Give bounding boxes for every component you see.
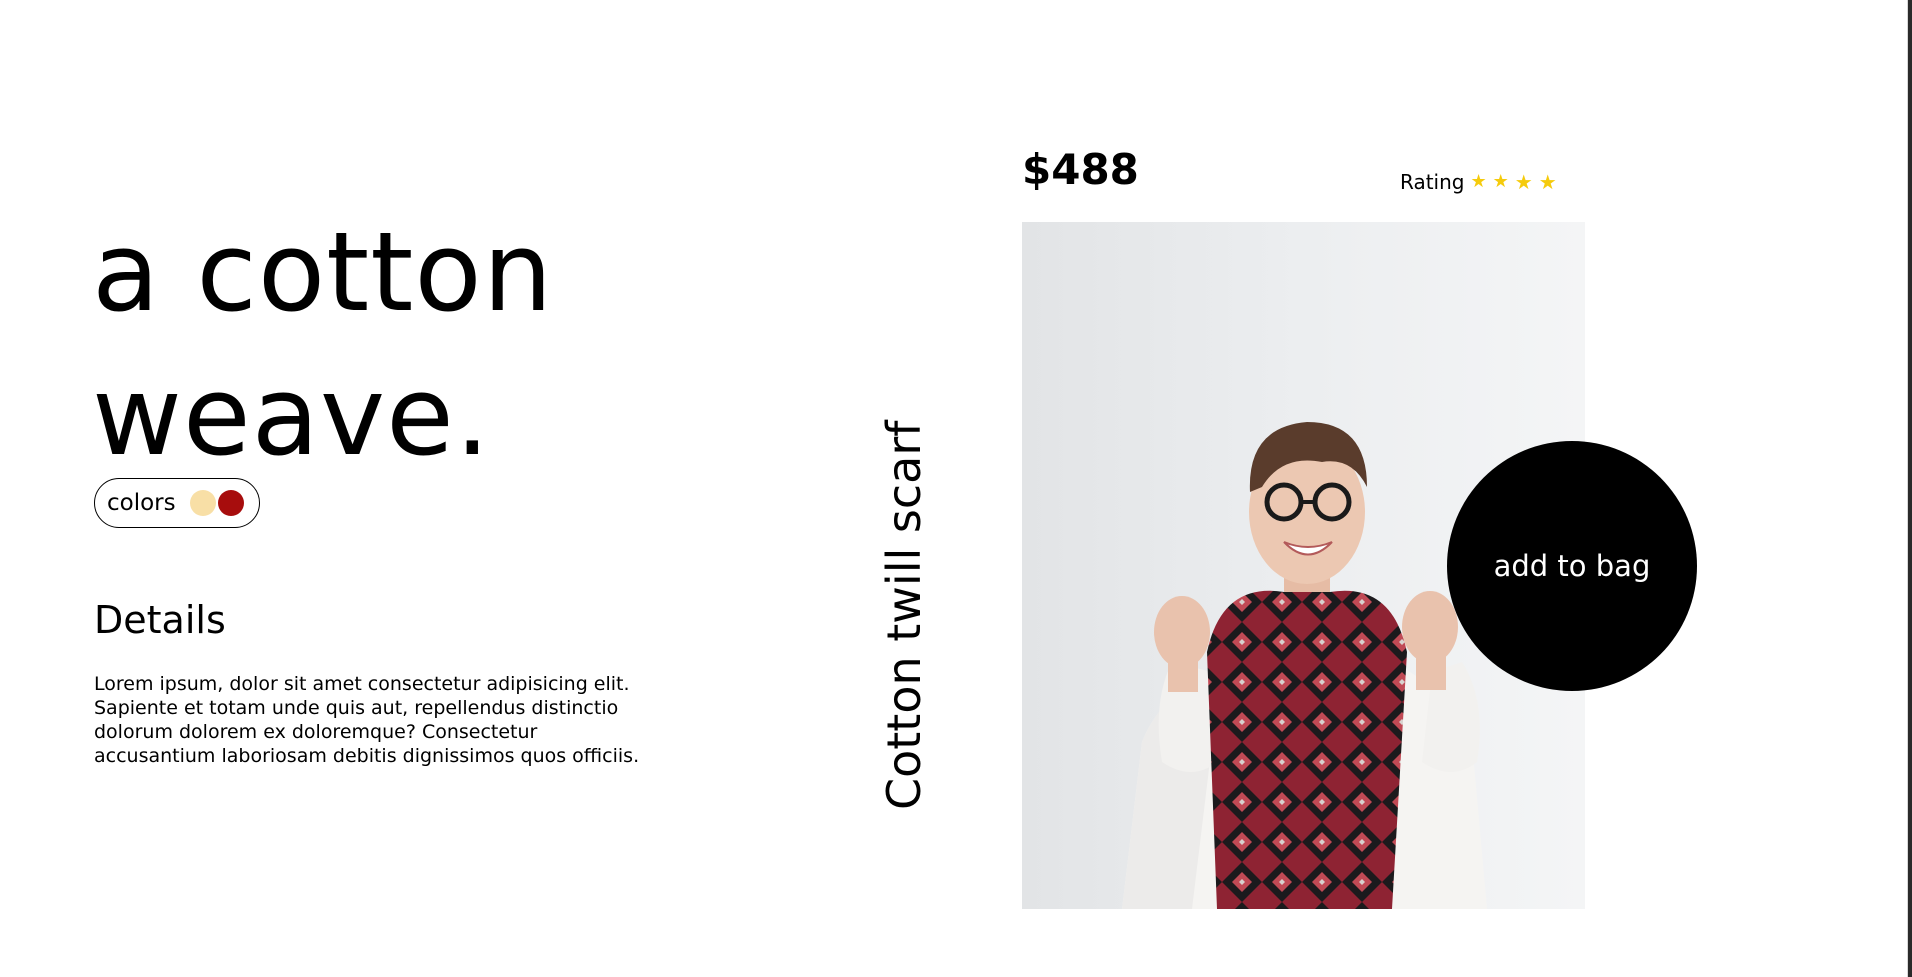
product-name: Cotton twill scarf xyxy=(877,420,931,810)
hero-title: a cotton weave. xyxy=(92,200,792,488)
star-icon: ★ xyxy=(1538,170,1557,194)
hero-title-line-2: weave. xyxy=(92,352,491,480)
hero-title-line-1: a cotton xyxy=(92,208,554,336)
star-icon: ★ xyxy=(1514,170,1533,194)
color-swatch-cream[interactable] xyxy=(189,490,216,516)
rating-label: Rating xyxy=(1400,170,1465,194)
product-price: $488 xyxy=(1022,145,1139,194)
colors-selector[interactable]: colors xyxy=(94,478,260,528)
add-to-bag-button[interactable]: add to bag xyxy=(1447,441,1697,691)
star-icon: ★ xyxy=(1492,171,1509,192)
rating-stars: ★ ★ ★ ★ xyxy=(1470,170,1557,194)
window-edge xyxy=(1908,0,1912,977)
details-body: Lorem ipsum, dolor sit amet consectetur … xyxy=(94,673,640,767)
color-swatch-red[interactable] xyxy=(217,490,244,516)
details-heading: Details xyxy=(94,598,226,642)
product-rating: Rating ★ ★ ★ ★ xyxy=(1400,170,1557,194)
colors-label: colors xyxy=(107,490,176,516)
star-icon: ★ xyxy=(1470,171,1487,192)
